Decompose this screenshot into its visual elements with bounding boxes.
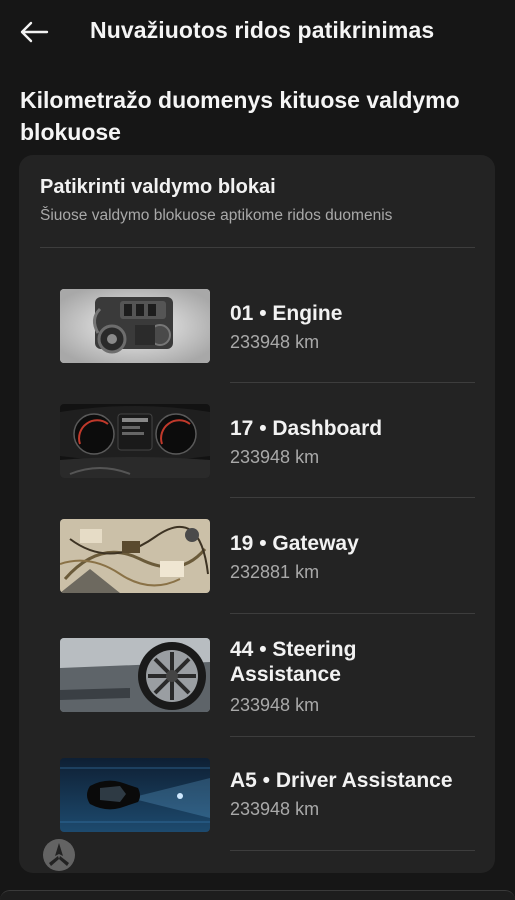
module-mileage: 233948 km xyxy=(230,332,320,352)
divider xyxy=(230,613,475,614)
gateway-image xyxy=(60,519,210,593)
module-row-gateway[interactable]: 19 • Gateway 232881 km xyxy=(19,519,495,635)
wheel-image xyxy=(60,638,210,712)
control-units-card: Patikrinti valdymo blokai Šiuose valdymo… xyxy=(19,155,495,873)
module-name: 17 • Dashboard xyxy=(230,417,383,440)
module-mileage: 233948 km xyxy=(230,447,320,467)
driver-assistance-image xyxy=(60,758,210,832)
module-row-steering-assistance[interactable]: 44 • Steering Assistance 233948 km xyxy=(19,636,495,758)
divider xyxy=(40,247,475,248)
back-button[interactable] xyxy=(18,16,50,48)
divider xyxy=(230,382,475,383)
module-name: A5 • Driver Assistance xyxy=(230,769,453,792)
module-row-driver-assistance[interactable]: A5 • Driver Assistance 233948 km xyxy=(19,756,495,866)
divider xyxy=(230,497,475,498)
app-bar: Nuvažiuotos ridos patikrinimas xyxy=(0,0,515,62)
brand-logo-icon xyxy=(43,839,75,871)
module-mileage: 233948 km xyxy=(230,799,320,819)
module-name: 01 • Engine xyxy=(230,302,343,325)
module-row-dashboard[interactable]: 17 • Dashboard 233948 km xyxy=(19,404,495,520)
bottom-sheet-edge xyxy=(0,890,515,900)
card-subtitle: Šiuose valdymo blokuose aptikome ridos d… xyxy=(40,207,393,224)
page-title: Nuvažiuotos ridos patikrinimas xyxy=(90,17,435,43)
divider xyxy=(230,736,475,737)
divider xyxy=(230,850,475,851)
dashboard-image xyxy=(60,404,210,478)
module-name: 19 • Gateway xyxy=(230,532,359,555)
arrow-left-icon xyxy=(20,21,49,43)
module-name: 44 • Steering Assistance xyxy=(230,638,357,686)
card-title: Patikrinti valdymo blokai xyxy=(40,176,276,198)
module-row-engine[interactable]: 01 • Engine 233948 km xyxy=(19,289,495,405)
module-mileage: 232881 km xyxy=(230,562,320,582)
module-mileage: 233948 km xyxy=(230,695,320,715)
engine-image xyxy=(60,289,210,363)
section-title: Kilometražo duomenys kituose valdymo blo… xyxy=(20,87,460,145)
